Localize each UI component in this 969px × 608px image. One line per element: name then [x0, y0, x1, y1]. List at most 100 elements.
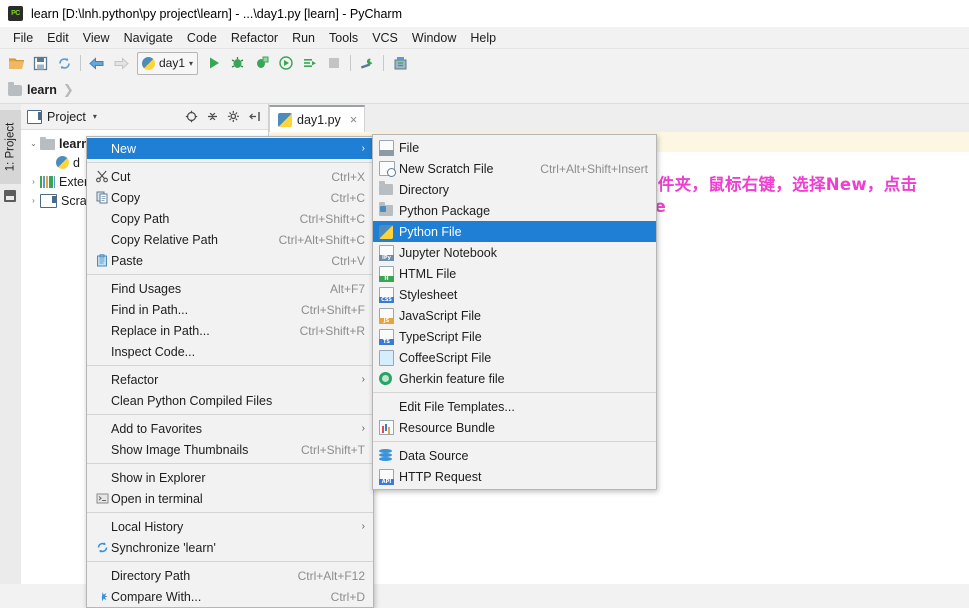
context-menu-item-synchronize-learn[interactable]: Synchronize 'learn'	[87, 537, 373, 558]
submenu-item-label: Gherkin feature file	[399, 371, 505, 386]
context-menu-item-copy[interactable]: Copy Ctrl+C	[87, 187, 373, 208]
menu-item-edit[interactable]: Edit	[40, 29, 76, 47]
run-with-console-icon[interactable]	[298, 51, 322, 75]
context-menu-item-inspect-code[interactable]: Inspect Code...	[87, 341, 373, 362]
context-menu-item-paste[interactable]: Paste Ctrl+V	[87, 250, 373, 271]
submenu-item-gherkin-feature-file[interactable]: Gherkin feature file	[373, 368, 656, 389]
gear-icon[interactable]	[224, 107, 243, 126]
open-folder-icon[interactable]	[4, 51, 28, 75]
toolbar-divider-3	[383, 55, 385, 71]
menu-item-vcs[interactable]: VCS	[365, 29, 405, 47]
menu-item-run[interactable]: Run	[285, 29, 322, 47]
settings-icon[interactable]	[355, 51, 379, 75]
context-menu-item-show-in-explorer[interactable]: Show in Explorer	[87, 467, 373, 488]
context-menu-item-copy-relative-path[interactable]: Copy Relative Path Ctrl+Alt+Shift+C	[87, 229, 373, 250]
menu-item-file[interactable]: File	[6, 29, 40, 47]
context-menu-item-directory-path[interactable]: Directory Path Ctrl+Alt+F12	[87, 565, 373, 586]
context-menu-item-show-image-thumbnails[interactable]: Show Image Thumbnails Ctrl+Shift+T	[87, 439, 373, 460]
coverage-icon[interactable]	[250, 51, 274, 75]
folder-icon	[8, 81, 22, 96]
context-menu-item-cut[interactable]: Cut Ctrl+X	[87, 166, 373, 187]
context-menu-item-label: Clean Python Compiled Files	[111, 393, 273, 408]
submenu-item-new-scratch-file[interactable]: New Scratch File Ctrl+Alt+Shift+Insert	[373, 158, 656, 179]
menu-item-navigate[interactable]: Navigate	[117, 29, 180, 47]
editor-tab-day1[interactable]: day1.py ×	[269, 105, 366, 132]
context-menu-item-label: Open in terminal	[111, 491, 203, 506]
context-menu-item-label: New	[111, 141, 137, 156]
submenu-item-javascript-file[interactable]: JavaScript File	[373, 305, 656, 326]
submenu-item-label: File	[399, 140, 420, 155]
context-menu-item-new[interactable]: New ›	[87, 138, 373, 159]
context-menu-item-find-usages[interactable]: Find Usages Alt+F7	[87, 278, 373, 299]
menu-item-refactor[interactable]: Refactor	[224, 29, 285, 47]
submenu-item-typescript-file[interactable]: TypeScript File	[373, 326, 656, 347]
context-menu-item-open-in-terminal[interactable]: Open in terminal	[87, 488, 373, 509]
save-all-icon[interactable]	[28, 51, 52, 75]
chevron-down-icon[interactable]: ▾	[93, 112, 97, 121]
debug-icon[interactable]	[226, 51, 250, 75]
submenu-item-resource-bundle[interactable]: Resource Bundle	[373, 417, 656, 438]
breadcrumb-root[interactable]: learn	[27, 83, 57, 97]
new-scratch-file-icon	[379, 161, 399, 177]
submenu-item-edit-file-templates[interactable]: Edit File Templates...	[373, 396, 656, 417]
submenu-item-coffeescript-file[interactable]: CoffeeScript File	[373, 347, 656, 368]
twisty-icon[interactable]: ›	[27, 196, 40, 205]
editor-tab-strip: day1.py ×	[269, 104, 969, 133]
menu-item-tools[interactable]: Tools	[322, 29, 365, 47]
menu-item-help[interactable]: Help	[463, 29, 503, 47]
context-menu-item-replace-in-path[interactable]: Replace in Path... Ctrl+Shift+R	[87, 320, 373, 341]
chevron-right-icon: ›	[361, 423, 365, 434]
tree-item-label: Exter	[59, 174, 89, 189]
context-menu-item-clean-python-compiled-files[interactable]: Clean Python Compiled Files	[87, 390, 373, 411]
locate-icon[interactable]	[182, 107, 201, 126]
context-menu-item-compare-with[interactable]: Compare With... Ctrl+D	[87, 586, 373, 607]
submenu-item-data-source[interactable]: Data Source	[373, 445, 656, 466]
context-menu-item-find-in-path[interactable]: Find in Path... Ctrl+Shift+F	[87, 299, 373, 320]
submenu-item-directory[interactable]: Directory	[373, 179, 656, 200]
context-menu-item-copy-path[interactable]: Copy Path Ctrl+Shift+C	[87, 208, 373, 229]
sync-icon[interactable]	[52, 51, 76, 75]
submenu-item-python-file[interactable]: Python File	[373, 221, 656, 242]
structure-icon[interactable]	[4, 190, 16, 202]
run-configuration-selector[interactable]: day1 ▾	[137, 51, 199, 75]
context-menu-item-label: Add to Favorites	[111, 421, 203, 436]
http-request-icon	[379, 468, 399, 485]
collapse-all-icon[interactable]	[203, 107, 222, 126]
submenu-item-label: Directory	[399, 182, 450, 197]
run-icon[interactable]	[202, 51, 226, 75]
menu-item-code[interactable]: Code	[180, 29, 224, 47]
back-icon[interactable]	[85, 51, 109, 75]
context-menu-item-add-to-favorites[interactable]: Add to Favorites ›	[87, 418, 373, 439]
menu-separator	[87, 274, 373, 275]
chevron-down-icon[interactable]: ▾	[189, 59, 193, 68]
library-icon	[40, 176, 55, 188]
context-menu-item-refactor[interactable]: Refactor ›	[87, 369, 373, 390]
hide-panel-icon[interactable]	[245, 107, 264, 126]
menu-item-window[interactable]: Window	[405, 29, 463, 47]
menu-item-view[interactable]: View	[76, 29, 117, 47]
sidebar-item-project-tab[interactable]: 1: Project	[0, 110, 21, 184]
tree-item-label: d	[73, 155, 80, 170]
stop-icon[interactable]	[322, 51, 346, 75]
breadcrumb: learn ❯	[0, 77, 969, 104]
context-menu-item-label: Local History	[111, 519, 184, 534]
submenu-item-python-package[interactable]: Python Package	[373, 200, 656, 221]
forward-icon[interactable]	[109, 51, 133, 75]
submenu-item-label: Data Source	[399, 448, 469, 463]
menu-separator	[373, 441, 656, 442]
submenu-item-jupyter-notebook[interactable]: Jupyter Notebook	[373, 242, 656, 263]
submenu-item-html-file[interactable]: HTML File	[373, 263, 656, 284]
submenu-item-http-request[interactable]: HTTP Request	[373, 466, 656, 487]
editor-tab-label: day1.py	[297, 112, 341, 127]
twisty-icon[interactable]: ›	[27, 177, 40, 186]
profile-icon[interactable]	[274, 51, 298, 75]
submenu-item-file[interactable]: File	[373, 137, 656, 158]
context-menu-item-local-history[interactable]: Local History ›	[87, 516, 373, 537]
twisty-icon[interactable]: ⌄	[27, 139, 40, 148]
pycharm-window: PC learn [D:\lnh.python\py project\learn…	[0, 0, 969, 608]
html-file-icon	[379, 265, 399, 282]
close-icon[interactable]: ×	[350, 112, 358, 127]
submenu-item-stylesheet[interactable]: Stylesheet	[373, 284, 656, 305]
window-title: learn [D:\lnh.python\py project\learn] -…	[31, 6, 403, 21]
update-project-icon[interactable]	[388, 51, 412, 75]
